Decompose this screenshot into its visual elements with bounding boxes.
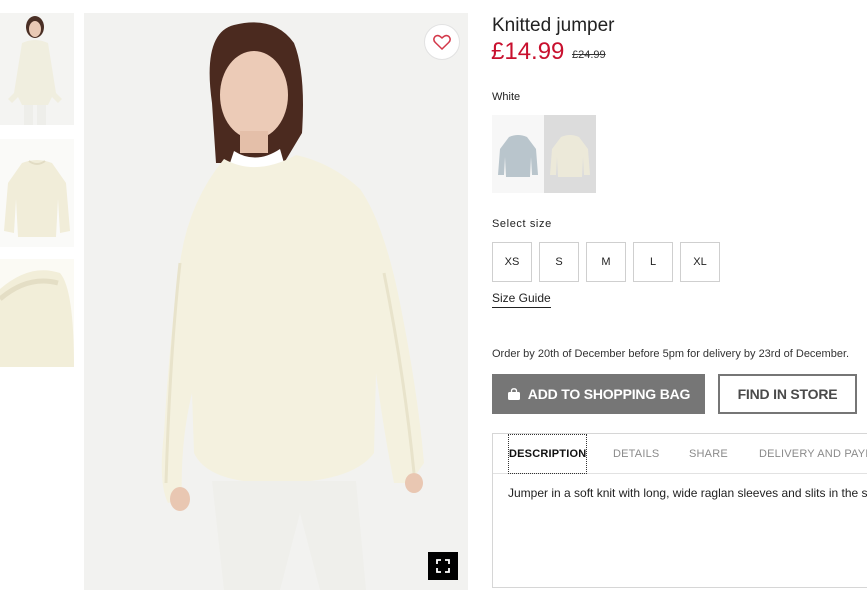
expand-icon — [436, 559, 450, 573]
thumbnail-2[interactable] — [0, 139, 74, 247]
thumbnail-3[interactable] — [0, 259, 74, 367]
selected-color-label: White — [492, 91, 521, 103]
product-description: Jumper in a soft knit with long, wide ra… — [508, 486, 867, 500]
size-xl-button[interactable]: XL — [680, 242, 720, 282]
main-product-image — [84, 13, 468, 590]
heart-icon — [433, 34, 451, 50]
color-swatch-white[interactable] — [544, 115, 596, 193]
tab-bar: DESCRIPTION DETAILS SHARE DELIVERY AND P… — [493, 434, 867, 474]
size-l-button[interactable]: L — [633, 242, 673, 282]
tab-delivery-and-payment[interactable]: DELIVERY AND PAYMENT — [759, 434, 867, 474]
size-xs-button[interactable]: XS — [492, 242, 532, 282]
add-to-bag-button[interactable]: ADD TO SHOPPING BAG — [492, 374, 705, 414]
shopping-bag-icon — [507, 388, 520, 400]
add-to-bag-label: ADD TO SHOPPING BAG — [527, 386, 691, 402]
tab-description[interactable]: DESCRIPTION — [508, 434, 588, 474]
size-guide-link[interactable]: Size Guide — [492, 291, 551, 308]
tab-share[interactable]: SHARE — [689, 434, 728, 474]
original-price: £24.99 — [572, 49, 606, 61]
select-size-label: Select size — [492, 218, 552, 230]
size-m-button[interactable]: M — [586, 242, 626, 282]
tab-details[interactable]: DETAILS — [613, 434, 659, 474]
product-info-tabs: DESCRIPTION DETAILS SHARE DELIVERY AND P… — [492, 433, 867, 588]
favourite-button[interactable] — [424, 24, 460, 60]
color-swatch-blue[interactable] — [492, 115, 544, 193]
product-title: Knitted jumper — [492, 15, 615, 36]
thumbnail-1[interactable] — [0, 13, 74, 125]
delivery-note: Order by 20th of December before 5pm for… — [492, 348, 850, 360]
product-price: £14.99 — [491, 38, 565, 65]
size-s-button[interactable]: S — [539, 242, 579, 282]
find-in-store-button[interactable]: FIND IN STORE — [718, 374, 857, 414]
zoom-button[interactable] — [428, 552, 458, 580]
